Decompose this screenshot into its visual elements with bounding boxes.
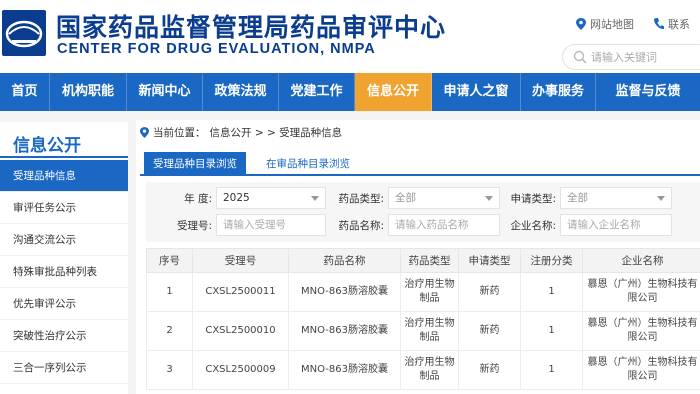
- main-content: 当前位置： 信息公开 > > 受理品种信息 受理品种目录浏览 在审品种目录浏览 …: [136, 120, 700, 394]
- apply-type-select[interactable]: 全部: [560, 187, 672, 209]
- sidebar-item-breakthrough[interactable]: 突破性治疗公示: [0, 320, 128, 352]
- sitemap-label: 网站地图: [590, 18, 634, 31]
- nav-item-policy[interactable]: 政策法规: [203, 73, 279, 111]
- cell-apply-type: 新药: [458, 272, 521, 312]
- nav-item-news[interactable]: 新闻中心: [127, 73, 203, 111]
- site-search[interactable]: [562, 44, 700, 70]
- table-header-row: 序号 受理号 药品名称 药品类型 申请类型 注册分类 企业名称: [146, 248, 700, 273]
- year-select[interactable]: 2025: [216, 187, 326, 209]
- nav-item-applicant[interactable]: 申请人之窗: [432, 73, 521, 111]
- phone-icon: [654, 18, 664, 30]
- cell-reg-class: 1: [520, 272, 583, 312]
- sidebar-title: 信息公开: [13, 136, 81, 156]
- nav-item-info-disclosure[interactable]: 信息公开: [355, 73, 432, 111]
- filter-panel: 年 度: 2025 药品类型: 全部 申请类型: 全部 受理号: 请输入受理号 …: [146, 182, 700, 242]
- sitemap-link[interactable]: 网站地图: [576, 16, 634, 32]
- results-table: 序号 受理号 药品名称 药品类型 申请类型 注册分类 企业名称 1 CXSL25…: [146, 248, 700, 390]
- search-input[interactable]: [591, 49, 700, 65]
- col-header-apply-type: 申请类型: [458, 248, 521, 273]
- col-header-accept-no: 受理号: [192, 248, 289, 273]
- cell-accept-no: CXSL2500010: [192, 311, 289, 351]
- cell-apply-type: 新药: [458, 350, 521, 390]
- table-row[interactable]: 3 CXSL2500009 MNO-863肠溶胶囊 治疗用生物制品 新药 1 慕…: [146, 350, 700, 390]
- cell-index: 3: [146, 350, 193, 390]
- cell-company: 慕恩（广州）生物科技有限公司: [582, 311, 700, 351]
- sidebar-item-three-in-one[interactable]: 三合一序列公示: [0, 352, 128, 384]
- apply-type-value: 全部: [567, 192, 588, 204]
- cell-index: 1: [146, 272, 193, 312]
- sidebar: 信息公开 受理品种信息 审评任务公示 沟通交流公示 特殊审批品种列表 优先审评公…: [0, 122, 128, 394]
- sidebar-item-special-approval[interactable]: 特殊审批品种列表: [0, 256, 128, 288]
- cell-drug-type: 治疗用生物制品: [400, 350, 459, 390]
- drug-type-label: 药品类型:: [338, 193, 384, 205]
- nav-item-party[interactable]: 党建工作: [279, 73, 355, 111]
- tab-under-review-catalog[interactable]: 在审品种目录浏览: [256, 152, 360, 176]
- cell-company: 慕恩（广州）生物科技有限公司: [582, 272, 700, 312]
- col-header-company: 企业名称: [582, 248, 700, 273]
- location-pin-icon: [576, 18, 586, 30]
- company-input[interactable]: 请输入企业名称: [560, 214, 672, 236]
- drug-name-input[interactable]: 请输入药品名称: [388, 214, 500, 236]
- cell-apply-type: 新药: [458, 311, 521, 351]
- contact-label: 联系: [668, 18, 690, 31]
- search-icon[interactable]: [573, 50, 587, 64]
- main-nav: 首页 机构职能 新闻中心 政策法规 党建工作 信息公开 申请人之窗 办事服务 监…: [0, 73, 700, 111]
- nav-item-feedback[interactable]: 监督与反馈: [596, 73, 700, 111]
- table-row[interactable]: 2 CXSL2500010 MNO-863肠溶胶囊 治疗用生物制品 新药 1 慕…: [146, 311, 700, 351]
- accept-no-label: 受理号:: [176, 220, 212, 232]
- sidebar-title-underline: [0, 156, 128, 158]
- location-pin-icon: [140, 127, 149, 138]
- cell-drug-name: MNO-863肠溶胶囊: [288, 272, 401, 312]
- cell-drug-name: MNO-863肠溶胶囊: [288, 311, 401, 351]
- nav-item-home[interactable]: 首页: [0, 73, 50, 111]
- tab-bar: 受理品种目录浏览 在审品种目录浏览: [140, 152, 700, 176]
- chevron-down-icon: [311, 196, 319, 201]
- breadcrumb: 当前位置： 信息公开 > > 受理品种信息: [140, 125, 342, 140]
- site-title-en: CENTER FOR DRUG EVALUATION, NMPA: [57, 41, 376, 57]
- company-label: 企业名称:: [510, 220, 556, 232]
- drug-type-value: 全部: [395, 192, 416, 204]
- sidebar-item-communication[interactable]: 沟通交流公示: [0, 224, 128, 256]
- col-header-drug-name: 药品名称: [288, 248, 401, 273]
- cell-drug-type: 治疗用生物制品: [400, 311, 459, 351]
- tab-accepted-catalog[interactable]: 受理品种目录浏览: [144, 152, 246, 176]
- cell-accept-no: CXSL2500009: [192, 350, 289, 390]
- year-label: 年 度:: [184, 193, 212, 205]
- table-row[interactable]: 1 CXSL2500011 MNO-863肠溶胶囊 治疗用生物制品 新药 1 慕…: [146, 272, 700, 312]
- nav-item-functions[interactable]: 机构职能: [50, 73, 127, 111]
- cell-accept-no: CXSL2500011: [192, 272, 289, 312]
- breadcrumb-prefix: 当前位置：: [153, 127, 206, 139]
- cell-drug-name: MNO-863肠溶胶囊: [288, 350, 401, 390]
- sidebar-item-review-tasks[interactable]: 审评任务公示: [0, 192, 128, 224]
- cell-drug-type: 治疗用生物制品: [400, 272, 459, 312]
- col-header-reg-class: 注册分类: [520, 248, 583, 273]
- apply-type-label: 申请类型:: [510, 193, 556, 205]
- drug-name-label: 药品名称:: [338, 220, 384, 232]
- sidebar-item-accepted-varieties[interactable]: 受理品种信息: [0, 160, 128, 192]
- nav-item-services[interactable]: 办事服务: [521, 73, 596, 111]
- cell-company: 慕恩（广州）生物科技有限公司: [582, 350, 700, 390]
- sidebar-item-priority-review[interactable]: 优先审评公示: [0, 288, 128, 320]
- site-header: 国家药品监督管理局药品审评中心 CENTER FOR DRUG EVALUATI…: [0, 0, 700, 73]
- accept-no-input[interactable]: 请输入受理号: [216, 214, 326, 236]
- chevron-down-icon: [657, 196, 665, 201]
- year-value: 2025: [223, 192, 250, 204]
- breadcrumb-path[interactable]: 信息公开 > > 受理品种信息: [210, 125, 343, 140]
- col-header-index: 序号: [146, 248, 193, 273]
- site-title-cn: 国家药品监督管理局药品审评中心: [56, 13, 447, 42]
- col-header-drug-type: 药品类型: [400, 248, 459, 273]
- drug-type-select[interactable]: 全部: [388, 187, 500, 209]
- cell-reg-class: 1: [520, 311, 583, 351]
- cde-logo-icon[interactable]: [2, 10, 46, 56]
- chevron-down-icon: [485, 196, 493, 201]
- contact-link[interactable]: 联系: [654, 16, 690, 32]
- cell-index: 2: [146, 311, 193, 351]
- cell-reg-class: 1: [520, 350, 583, 390]
